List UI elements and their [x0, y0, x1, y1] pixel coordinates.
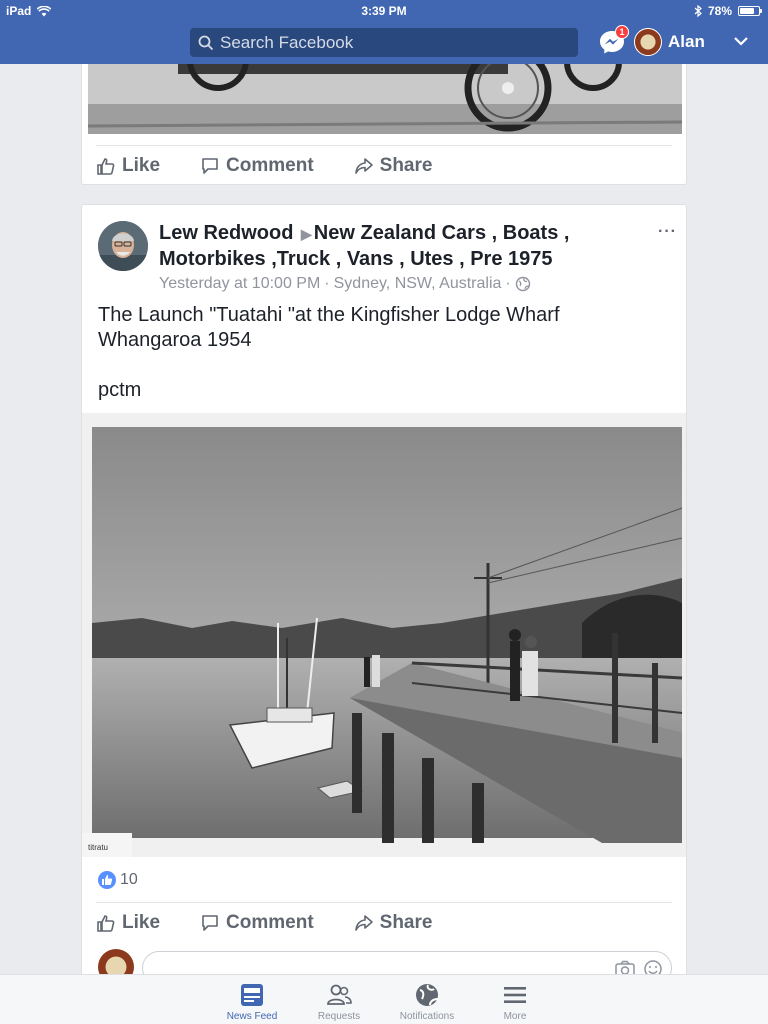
reaction-summary[interactable]: 10 [98, 871, 138, 889]
post-card: Lew Redwood ▶ New Zealand Cars , Boats , … [81, 204, 687, 985]
search-icon [198, 35, 214, 50]
author-name[interactable]: Lew Redwood [159, 222, 293, 244]
comment-label: Comment [226, 155, 314, 176]
post-text-line: pctm [98, 379, 142, 401]
thumbs-up-icon [97, 915, 115, 932]
triangle-right-icon: ▶ [301, 226, 312, 242]
comment-button[interactable]: Comment [200, 912, 314, 934]
hamburger-menu-icon [504, 987, 526, 1003]
post-location[interactable]: Sydney, NSW, Australia [334, 275, 502, 293]
post-header: Lew Redwood ▶ New Zealand Cars , Boats , … [159, 221, 639, 272]
like-label: Like [122, 912, 161, 933]
tab-label: Requests [317, 1011, 361, 1022]
share-label: Share [379, 912, 433, 933]
more-options-icon[interactable]: ··· [658, 223, 677, 241]
thumbs-up-icon [97, 158, 115, 175]
news-feed-icon [241, 984, 263, 1006]
comment-label: Comment [226, 912, 314, 933]
previous-post-card: Like Comment Share [81, 64, 687, 185]
share-button[interactable]: Share [354, 912, 433, 934]
post-body: The Launch "Tuatahi "at the Kingfisher L… [98, 303, 658, 403]
share-arrow-icon [354, 158, 373, 174]
like-button[interactable]: Like [96, 155, 160, 177]
clock: 3:39 PM [361, 4, 407, 18]
profile-avatar[interactable] [634, 28, 662, 56]
post-actions: Like Comment Share [96, 903, 672, 943]
author-avatar[interactable] [98, 221, 148, 271]
friend-requests-icon [327, 984, 352, 1005]
author-portrait [98, 221, 148, 271]
tab-news-feed[interactable]: News Feed [214, 981, 290, 1022]
top-navigation-bar: iPad 3:39 PM 78% Search Facebook 1 Alan [0, 0, 768, 64]
search-bar[interactable]: Search Facebook [190, 28, 578, 57]
bluetooth-icon [694, 5, 702, 17]
globe-icon [515, 276, 530, 292]
post-meta: Yesterday at 10:00 PM · Sydney, NSW, Aus… [159, 275, 531, 293]
post-text-line [98, 353, 658, 378]
photo-watermark: titratu [88, 843, 108, 852]
like-button[interactable]: Like [96, 912, 160, 934]
wharf-photo-illustration: titratu [82, 413, 686, 857]
vintage-car-photo[interactable] [88, 64, 682, 134]
post-text-line: The Launch "Tuatahi "at the Kingfisher L… [98, 304, 560, 351]
battery-icon [738, 6, 762, 16]
comment-button[interactable]: Comment [200, 155, 314, 177]
bottom-tab-bar: News Feed Requests Notifications More [0, 974, 768, 1024]
post-timestamp[interactable]: Yesterday at 10:00 PM [159, 275, 320, 293]
post-photo[interactable]: titratu [82, 413, 686, 857]
like-reaction-icon [98, 871, 116, 889]
like-label: Like [122, 155, 161, 176]
tab-label: Notifications [399, 1011, 455, 1022]
battery-percent: 78% [707, 4, 732, 18]
globe-icon [416, 984, 439, 1006]
share-label: Share [379, 155, 433, 176]
chevron-down-icon[interactable] [732, 32, 750, 50]
previous-post-actions: Like Comment Share [96, 146, 672, 186]
meta-separator: · [505, 275, 511, 292]
tab-more[interactable]: More [477, 981, 553, 1022]
comment-icon [202, 915, 218, 931]
share-arrow-icon [354, 915, 373, 931]
tab-requests[interactable]: Requests [301, 981, 377, 1022]
tab-notifications[interactable]: Notifications [389, 981, 465, 1022]
messenger-badge: 1 [615, 25, 629, 39]
share-button[interactable]: Share [354, 155, 433, 177]
status-bar: iPad 3:39 PM 78% [0, 0, 768, 22]
tab-label: News Feed [226, 1011, 278, 1022]
reaction-count: 10 [120, 871, 138, 888]
search-placeholder: Search Facebook [220, 32, 354, 52]
tab-label: More [503, 1011, 527, 1022]
meta-separator: · [324, 275, 330, 292]
vintage-car-illustration [88, 64, 682, 134]
comment-icon [202, 158, 218, 174]
profile-name[interactable]: Alan [668, 32, 705, 52]
